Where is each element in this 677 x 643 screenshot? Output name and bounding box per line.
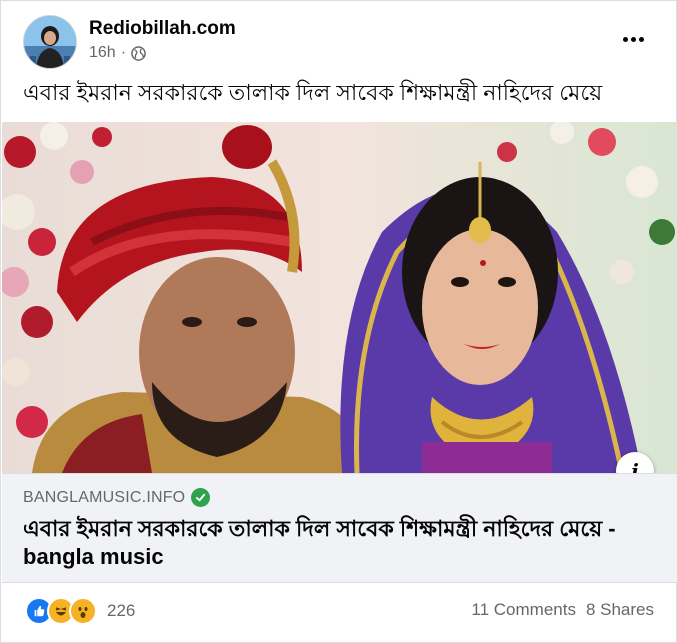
avatar-image (24, 16, 76, 68)
reaction-summary[interactable]: 226 (25, 597, 135, 625)
wow-icon (69, 597, 97, 625)
globe-icon (131, 45, 146, 61)
post-meta: 16h · (89, 44, 146, 62)
comments-count[interactable]: 11 Comments (471, 600, 576, 620)
post-card: Rediobillah.com 16h · এবার ইমরান সরকারকে… (0, 0, 677, 643)
engagement-stats: 11 Comments 8 Shares (471, 600, 654, 620)
dot-icon (622, 36, 628, 42)
post-header: Rediobillah.com 16h · (1, 1, 676, 69)
meta-separator: · (120, 44, 127, 61)
more-options-button[interactable] (618, 27, 648, 51)
wedding-photo (2, 122, 677, 473)
shares-count[interactable]: 8 Shares (586, 600, 654, 620)
link-domain-row: BANGLAMUSIC.INFO (23, 488, 211, 507)
post-caption: এবার ইমরান সরকারকে তালাক দিল সাবেক শিক্ষ… (23, 80, 603, 105)
post-time[interactable]: 16h (89, 44, 116, 62)
post-footer: 226 11 Comments 8 Shares (1, 584, 676, 642)
page-name-link[interactable]: Rediobillah.com (89, 18, 236, 40)
page-avatar[interactable] (23, 15, 77, 69)
reaction-count[interactable]: 226 (107, 601, 135, 621)
link-title[interactable]: এবার ইমরান সরকারকে তালাক দিল সাবেক শিক্ষ… (23, 515, 643, 571)
link-domain: BANGLAMUSIC.INFO (23, 488, 186, 506)
dot-icon (630, 36, 636, 42)
dot-icon (638, 36, 644, 42)
link-preview[interactable]: BANGLAMUSIC.INFO এবার ইমরান সরকারকে তালা… (2, 473, 677, 583)
post-image[interactable] (2, 122, 677, 473)
verified-check-icon (191, 488, 211, 507)
